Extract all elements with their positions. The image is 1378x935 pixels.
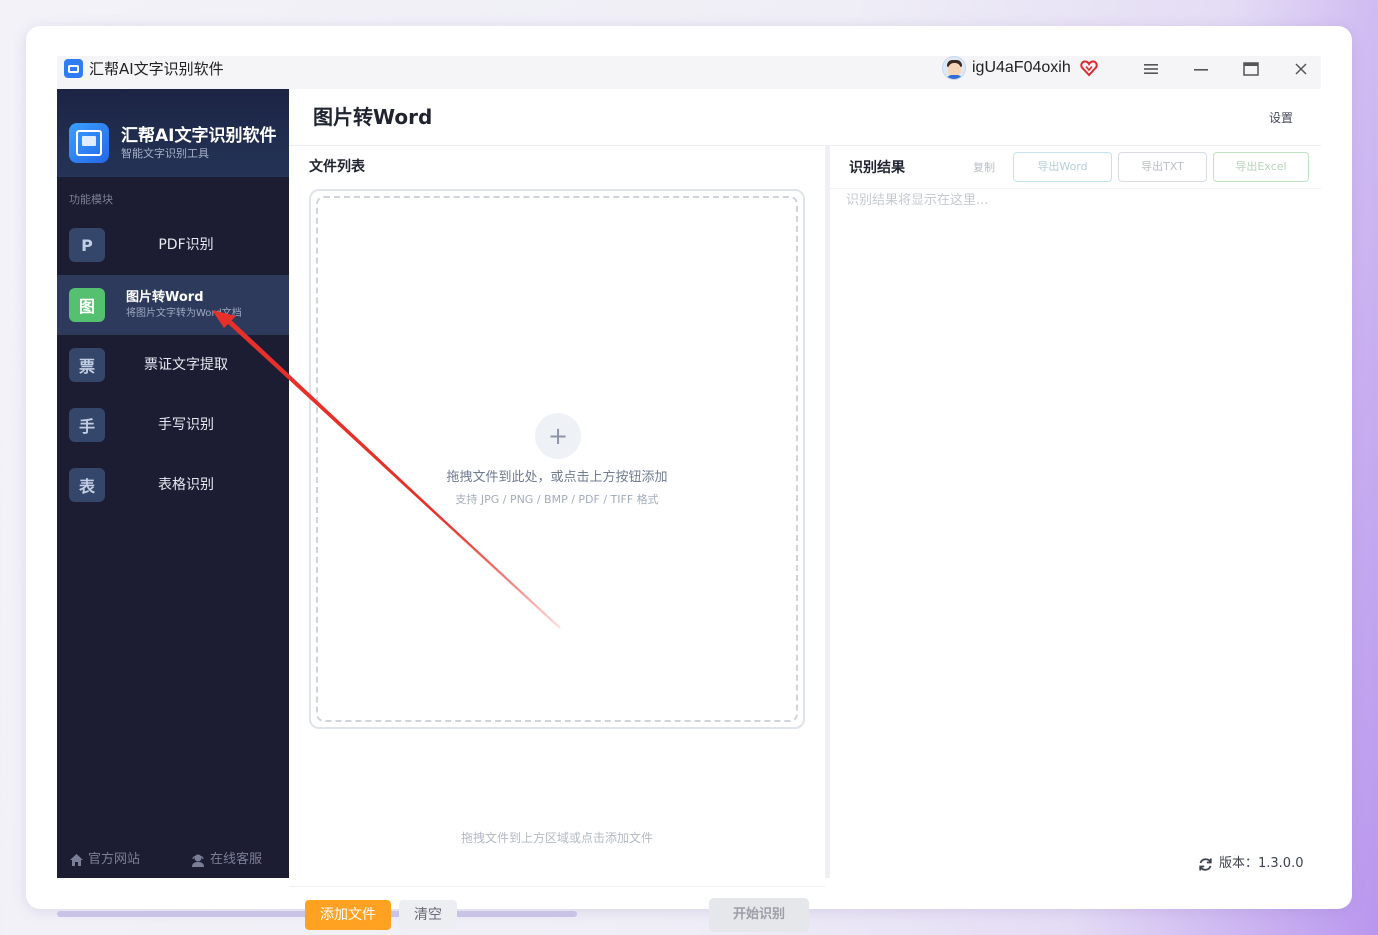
maximize-icon[interactable] (1236, 56, 1266, 82)
app-window: 汇帮AI文字识别软件 igU4aF04oxih 汇帮AI文字识别软件 智能文字识… (57, 56, 1321, 932)
sidebar-item-table[interactable]: 表 表格识别 (57, 455, 289, 515)
file-toolbar: 添加文件 清空 开始识别 (289, 886, 825, 935)
refresh-icon (1199, 857, 1212, 871)
add-file-button[interactable]: 添加文件 (305, 900, 391, 930)
file-panel: 文件列表 + 拖拽文件到此处，或点击上方按钮添加 支持 JPG / PNG / … (289, 146, 825, 932)
table-badge-icon: 表 (69, 468, 105, 502)
sidebar: 汇帮AI文字识别软件 智能文字识别工具 功能模块 P PDF识别 图 图片转Wo… (57, 89, 289, 878)
clear-button[interactable]: 清空 (399, 900, 457, 930)
brand-title: 汇帮AI文字识别软件 (121, 126, 277, 146)
sidebar-item-image-to-word[interactable]: 图 图片转Word 将图片文字转为Word文档 (57, 275, 289, 335)
export-excel-button[interactable]: 导出Excel (1213, 152, 1309, 182)
file-list-title: 文件列表 (309, 159, 365, 175)
app-logo-icon (64, 59, 83, 78)
result-placeholder[interactable]: 识别结果将显示在这里... (846, 192, 988, 210)
copy-button[interactable]: 复制 (973, 161, 995, 175)
ticket-badge-icon: 票 (69, 348, 105, 382)
sidebar-item-label: 票证文字提取 (144, 357, 228, 373)
sidebar-item-ticket[interactable]: 票 票证文字提取 (57, 335, 289, 395)
page-title: 图片转Word (313, 105, 433, 129)
menu-icon[interactable] (1136, 56, 1166, 82)
sidebar-item-label: PDF识别 (158, 237, 214, 253)
brand-logo-icon (69, 123, 109, 163)
result-title: 识别结果 (849, 160, 905, 176)
hand-badge-icon: 手 (69, 408, 105, 442)
sidebar-item-label: 图片转Word (126, 290, 204, 305)
start-recognition-button[interactable]: 开始识别 (709, 898, 809, 932)
section-label: 功能模块 (69, 193, 113, 206)
close-icon[interactable] (1286, 56, 1316, 82)
drop-main-text: 拖拽文件到此处，或点击上方按钮添加 (446, 470, 668, 485)
plus-icon[interactable]: + (535, 413, 581, 459)
title-bar: 汇帮AI文字识别软件 igU4aF04oxih (57, 56, 1321, 89)
version-info[interactable]: 版本：1.3.0.0 (1198, 856, 1303, 872)
sidebar-item-pdf[interactable]: P PDF识别 (57, 215, 289, 275)
drop-zone[interactable]: + 拖拽文件到此处，或点击上方按钮添加 支持 JPG / PNG / BMP /… (309, 189, 805, 729)
brand-subtitle: 智能文字识别工具 (121, 147, 209, 160)
sidebar-item-label: 手写识别 (158, 417, 214, 433)
minimize-icon[interactable] (1186, 56, 1216, 82)
user-name[interactable]: igU4aF04oxih (972, 57, 1071, 79)
file-hint-text: 拖拽文件到上方区域或点击添加文件 (460, 831, 653, 845)
main-header: 图片转Word 设置 (289, 89, 1321, 146)
service-link-label: 在线客服 (210, 852, 263, 867)
settings-link[interactable]: 设置 (1269, 110, 1293, 126)
version-text: 版本：1.3.0.0 (1219, 856, 1304, 871)
sidebar-item-label: 表格识别 (158, 477, 214, 493)
result-panel: 识别结果 复制 导出Word 导出TXT 导出Excel 识别结果将显示在这里.… (830, 146, 1321, 878)
website-link[interactable]: 官方网站 (69, 852, 140, 868)
home-icon (70, 854, 83, 866)
vip-heart-icon[interactable] (1080, 59, 1098, 77)
pdf-badge-icon: P (69, 228, 105, 262)
window-title: 汇帮AI文字识别软件 (89, 60, 224, 78)
image-badge-icon: 图 (69, 288, 105, 322)
sidebar-brand: 汇帮AI文字识别软件 智能文字识别工具 (57, 89, 289, 177)
sidebar-footer: 官方网站 在线客服 (57, 845, 289, 878)
user-avatar[interactable] (942, 56, 966, 80)
drop-format-text: 支持 JPG / PNG / BMP / PDF / TIFF 格式 (455, 493, 659, 506)
export-word-button[interactable]: 导出Word (1013, 152, 1112, 182)
headset-icon (192, 854, 204, 867)
export-txt-button[interactable]: 导出TXT (1118, 152, 1207, 182)
sidebar-item-subtitle: 将图片文字转为Word文档 (126, 308, 242, 319)
website-link-label: 官方网站 (88, 852, 141, 867)
sidebar-item-handwriting[interactable]: 手 手写识别 (57, 395, 289, 455)
service-link[interactable]: 在线客服 (190, 852, 262, 868)
